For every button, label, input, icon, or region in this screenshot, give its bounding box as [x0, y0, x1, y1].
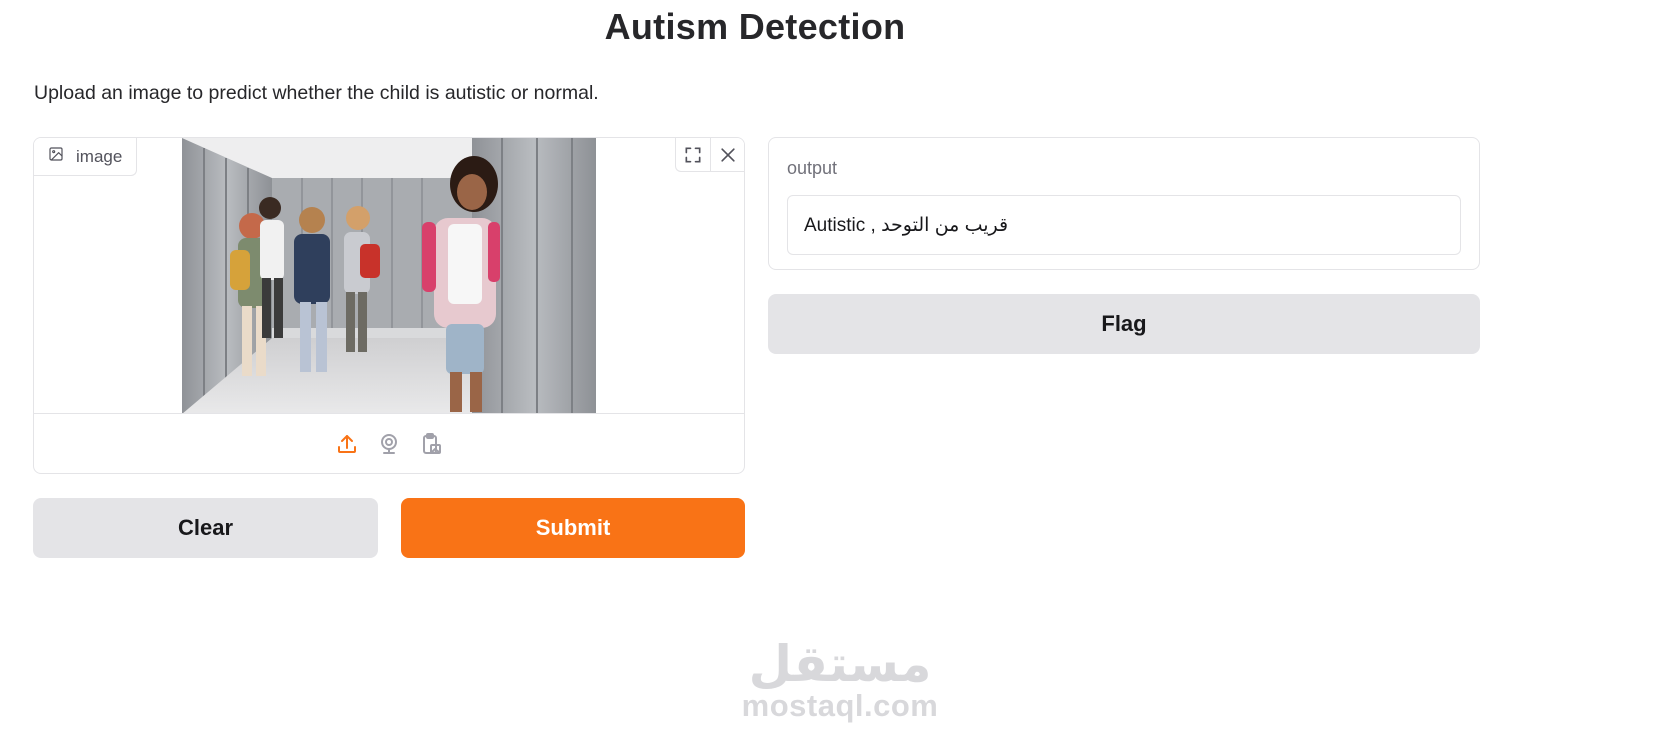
flag-button[interactable]: Flag	[768, 294, 1480, 354]
app-page: Autism Detection Upload an image to pred…	[0, 0, 1672, 744]
page-title: Autism Detection	[604, 6, 906, 47]
clear-button[interactable]: Clear	[33, 498, 378, 558]
watermark-arabic: مستقل	[748, 636, 932, 692]
output-panel: output Autistic , قريب من التوحد	[768, 137, 1480, 270]
image-input-label-text: image	[76, 146, 123, 166]
uploaded-image	[182, 138, 596, 414]
upload-icon[interactable]	[334, 431, 360, 457]
clipboard-icon[interactable]	[418, 431, 444, 457]
watermark-latin: mostaql.com	[741, 688, 939, 723]
image-tools	[675, 138, 744, 172]
close-icon[interactable]	[710, 138, 744, 171]
image-icon	[48, 146, 64, 167]
image-input-label: image	[34, 138, 138, 176]
image-input[interactable]: image	[33, 137, 745, 474]
fullscreen-icon[interactable]	[676, 138, 710, 171]
page-description: Upload an image to predict whether the c…	[34, 82, 599, 104]
webcam-icon[interactable]	[376, 431, 402, 457]
image-source-bar	[34, 413, 744, 473]
submit-button[interactable]: Submit	[401, 498, 745, 558]
output-label: output	[787, 158, 838, 178]
output-textbox[interactable]: Autistic , قريب من التوحد	[787, 195, 1461, 255]
watermark-logo: مستقل mostaql.com	[740, 638, 940, 722]
